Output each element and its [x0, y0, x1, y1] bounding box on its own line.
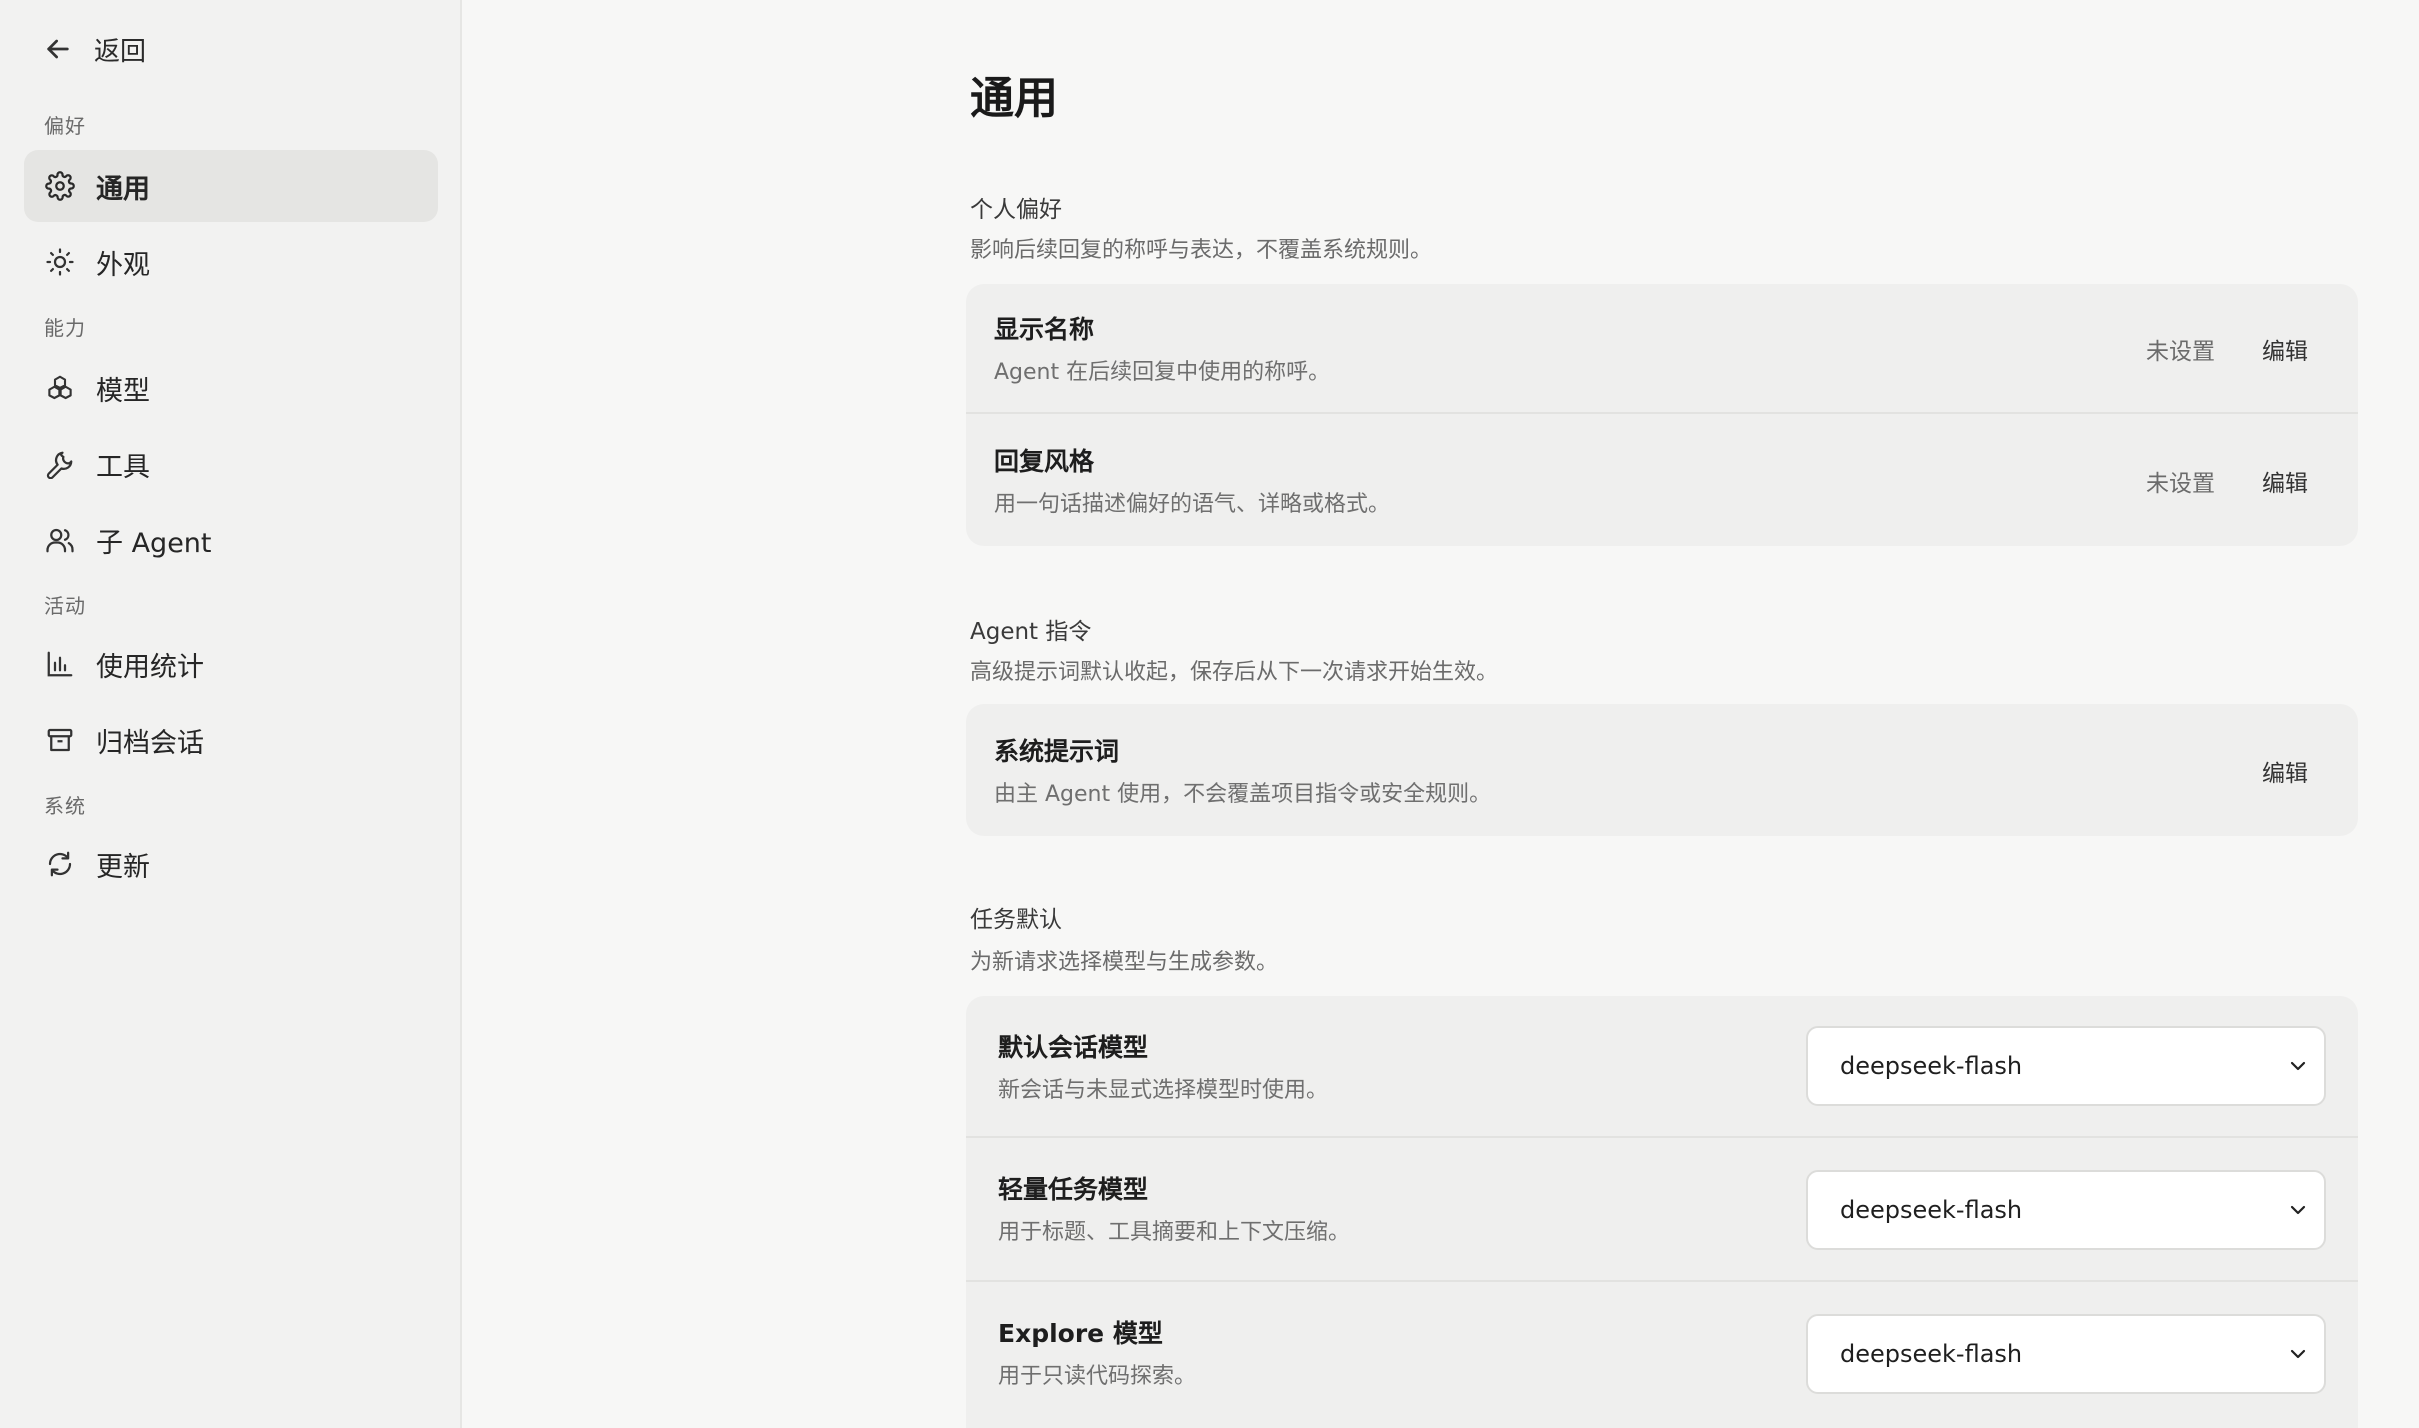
reply-style-row: 回复风格 用一句话描述偏好的语气、详略或格式。 未设置 编辑	[966, 414, 2358, 546]
edit-display-name-button[interactable]: 编辑	[2262, 332, 2308, 366]
chevron-down-icon	[2290, 1205, 2306, 1215]
group-label-capabilities: 能力	[44, 316, 86, 340]
light-task-model-row: 轻量任务模型 用于标题、工具摘要和上下文压缩。 deepseek-flash	[966, 1138, 2358, 1282]
edit-reply-style-button[interactable]: 编辑	[2262, 464, 2308, 498]
status-text: 未设置	[2146, 339, 2215, 365]
select-value: deepseek-flash	[1840, 1196, 2023, 1224]
chevron-down-icon	[2290, 1061, 2306, 1071]
group-label-activity: 活动	[44, 594, 86, 618]
default-chat-model-row: 默认会话模型 新会话与未显式选择模型时使用。 deepseek-flash	[966, 996, 2358, 1138]
sidebar-item-label: 更新	[96, 851, 150, 883]
sidebar-item-label: 子 Agent	[96, 527, 212, 559]
system-prompt-row: 系统提示词 由主 Agent 使用，不会覆盖项目指令或安全规则。 编辑	[966, 704, 2358, 836]
back-label: 返回	[94, 36, 147, 67]
section-title-task-defaults: 任务默认	[970, 907, 1062, 933]
explore-model-row: Explore 模型 用于只读代码探索。 deepseek-flash	[966, 1282, 2358, 1428]
users-icon	[44, 524, 76, 556]
row-title: 回复风格	[994, 447, 1095, 476]
section-desc-task-defaults: 为新请求选择模型与生成参数。	[970, 950, 1279, 975]
wrench-icon	[44, 448, 76, 480]
row-title: 系统提示词	[994, 737, 1120, 766]
row-title: 轻量任务模型	[998, 1175, 1149, 1204]
sidebar-item-label: 外观	[96, 249, 150, 281]
archive-icon	[44, 724, 76, 756]
sidebar-item-updates[interactable]: 更新	[24, 828, 438, 900]
sidebar-item-sub-agent[interactable]: 子 Agent	[24, 504, 438, 576]
sidebar-item-label: 工具	[96, 451, 150, 483]
row-desc: 由主 Agent 使用，不会覆盖项目指令或安全规则。	[994, 782, 1492, 807]
row-title: Explore 模型	[998, 1319, 1163, 1348]
arrow-left-icon	[47, 39, 69, 59]
sidebar-item-label: 使用统计	[96, 651, 204, 683]
cubes-icon	[44, 372, 76, 404]
agent-instructions-card: 系统提示词 由主 Agent 使用，不会覆盖项目指令或安全规则。 编辑	[966, 704, 2358, 836]
row-desc: 用于只读代码探索。	[998, 1364, 1197, 1389]
sun-icon	[44, 246, 76, 278]
chevron-down-icon	[2290, 1349, 2306, 1359]
row-desc: 用于标题、工具摘要和上下文压缩。	[998, 1220, 1351, 1245]
explore-model-select[interactable]: deepseek-flash	[1806, 1314, 2326, 1394]
status-text: 未设置	[2146, 471, 2215, 497]
sidebar-item-label: 通用	[96, 173, 150, 205]
sidebar-item-label: 归档会话	[96, 727, 204, 759]
default-chat-model-select[interactable]: deepseek-flash	[1806, 1026, 2326, 1106]
settings-sidebar: 返回 偏好 通用 外观 能力 模型 工具 子 Agent 活动 使用统计 归档会…	[0, 0, 462, 1428]
refresh-icon	[44, 848, 76, 880]
section-title-agent-instructions: Agent 指令	[970, 619, 1092, 645]
sidebar-item-tools[interactable]: 工具	[24, 428, 438, 500]
sidebar-item-label: 模型	[96, 375, 150, 407]
select-value: deepseek-flash	[1840, 1052, 2023, 1080]
group-label-system: 系统	[44, 794, 86, 818]
sidebar-item-general[interactable]: 通用	[24, 150, 438, 222]
section-title-personal: 个人偏好	[970, 197, 1062, 223]
edit-system-prompt-button[interactable]: 编辑	[2262, 754, 2308, 788]
bar-chart-icon	[44, 648, 76, 680]
personal-preferences-card: 显示名称 Agent 在后续回复中使用的称呼。 未设置 编辑 回复风格 用一句话…	[966, 284, 2358, 546]
group-label-preferences: 偏好	[44, 114, 86, 138]
section-desc-personal: 影响后续回复的称呼与表达，不覆盖系统规则。	[970, 238, 1433, 263]
row-desc: 用一句话描述偏好的语气、详略或格式。	[994, 492, 1391, 517]
sidebar-item-appearance[interactable]: 外观	[24, 226, 438, 298]
select-value: deepseek-flash	[1840, 1340, 2023, 1368]
row-desc: 新会话与未显式选择模型时使用。	[998, 1078, 1329, 1103]
light-task-model-select[interactable]: deepseek-flash	[1806, 1170, 2326, 1250]
row-desc: Agent 在后续回复中使用的称呼。	[994, 360, 1331, 385]
task-defaults-card: 默认会话模型 新会话与未显式选择模型时使用。 deepseek-flash 轻量…	[966, 996, 2358, 1428]
back-button[interactable]: 返回	[42, 28, 146, 70]
sidebar-item-usage-stats[interactable]: 使用统计	[24, 628, 438, 700]
gear-icon	[44, 170, 76, 202]
row-title: 显示名称	[994, 315, 1095, 344]
section-desc-agent-instructions: 高级提示词默认收起，保存后从下一次请求开始生效。	[970, 660, 1499, 685]
sidebar-item-archived-chats[interactable]: 归档会话	[24, 704, 438, 776]
display-name-row: 显示名称 Agent 在后续回复中使用的称呼。 未设置 编辑	[966, 284, 2358, 414]
page-title: 通用	[970, 73, 1058, 124]
row-title: 默认会话模型	[998, 1033, 1149, 1062]
settings-main: 通用 个人偏好 影响后续回复的称呼与表达，不覆盖系统规则。 显示名称 Agent…	[462, 0, 2419, 1428]
sidebar-item-models[interactable]: 模型	[24, 352, 438, 424]
